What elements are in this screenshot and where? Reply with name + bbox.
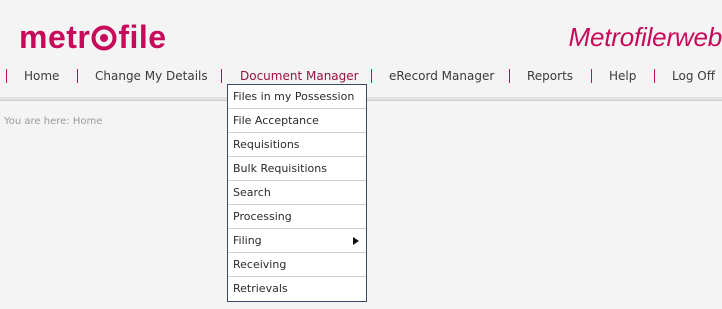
app-title: Metrofilerweb <box>568 22 722 52</box>
menu-item-filing[interactable]: Filing <box>228 229 366 253</box>
nav-item-help[interactable]: Help <box>609 66 636 86</box>
breadcrumb-home[interactable]: Home <box>73 116 103 127</box>
menu-item-search[interactable]: Search <box>228 181 366 205</box>
nav-separator <box>371 69 372 83</box>
menu-item-filing-label: Filing <box>233 234 262 247</box>
nav-separator <box>654 69 655 83</box>
nav-item-reports[interactable]: Reports <box>527 66 573 86</box>
menu-item-requisitions[interactable]: Requisitions <box>228 133 366 157</box>
menu-item-processing[interactable]: Processing <box>228 205 366 229</box>
nav-item-log-off[interactable]: Log Off <box>672 66 715 86</box>
logo-text-right: file <box>118 19 167 55</box>
document-manager-dropdown: Files in my Possession File Acceptance R… <box>227 84 367 302</box>
nav-separator <box>509 69 510 83</box>
logo-ring-icon <box>91 21 117 51</box>
breadcrumb: You are here: Home <box>4 116 102 127</box>
nav-item-document-manager[interactable]: Document Manager <box>240 66 359 86</box>
breadcrumb-prefix: You are here: <box>4 116 70 127</box>
submenu-arrow-icon <box>353 237 359 245</box>
nav-item-change-my-details[interactable]: Change My Details <box>95 66 208 86</box>
nav-item-erecord-manager[interactable]: eRecord Manager <box>389 66 494 86</box>
nav-separator <box>6 69 7 83</box>
nav-separator <box>77 69 78 83</box>
nav-item-home[interactable]: Home <box>24 66 59 86</box>
nav-separator <box>221 69 222 83</box>
nav-separator <box>591 69 592 83</box>
menu-item-files-in-my-possession[interactable]: Files in my Possession <box>228 85 366 109</box>
menu-item-receiving[interactable]: Receiving <box>228 253 366 277</box>
metrofile-logo[interactable]: metr file <box>19 18 167 56</box>
logo-text-left: metr <box>19 19 91 55</box>
menu-item-file-acceptance[interactable]: File Acceptance <box>228 109 366 133</box>
menu-item-bulk-requisitions[interactable]: Bulk Requisitions <box>228 157 366 181</box>
menu-item-retrievals[interactable]: Retrievals <box>228 277 366 301</box>
main-nav: Home Change My Details Document Manager … <box>0 66 722 86</box>
